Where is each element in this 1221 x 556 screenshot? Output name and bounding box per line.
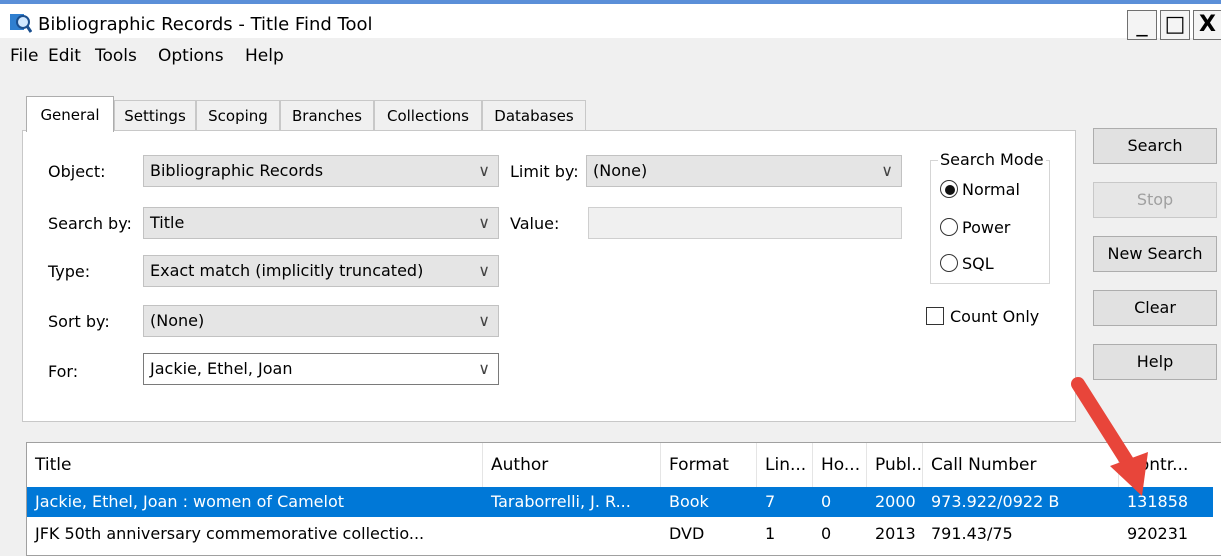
cell-format: DVD: [669, 524, 705, 543]
radio-normal[interactable]: [940, 180, 958, 198]
cell-publication: 2000: [875, 492, 916, 511]
chevron-down-icon: ∨: [478, 261, 490, 280]
column-header-title[interactable]: Title: [27, 443, 483, 487]
limit-by-label: Limit by:: [510, 162, 579, 181]
tab-scoping[interactable]: Scoping: [196, 100, 280, 130]
stop-button[interactable]: Stop: [1093, 182, 1217, 218]
radio-sql-label: SQL: [962, 254, 994, 273]
radio-normal-label: Normal: [962, 180, 1020, 199]
count-only-checkbox[interactable]: [926, 307, 944, 325]
search-by-combo[interactable]: Title ∨: [143, 207, 499, 239]
maximize-button[interactable]: □: [1160, 10, 1190, 40]
cell-call-number: 791.43/75: [931, 524, 1013, 543]
search-button[interactable]: Search: [1093, 128, 1217, 164]
limit-by-combo[interactable]: (None) ∨: [586, 155, 902, 187]
column-header-author[interactable]: Author: [483, 443, 661, 487]
window-title: Bibliographic Records - Title Find Tool: [38, 14, 373, 35]
menu-bar: File Edit Tools Options Help: [0, 46, 1221, 76]
object-combo[interactable]: Bibliographic Records ∨: [143, 155, 499, 187]
cell-publication: 2013: [875, 524, 916, 543]
search-by-label: Search by:: [48, 214, 132, 233]
object-label: Object:: [48, 162, 106, 181]
tab-collections[interactable]: Collections: [374, 100, 482, 130]
cell-author: Taraborrelli, J. R...: [491, 492, 631, 511]
type-value: Exact match (implicitly truncated): [150, 261, 424, 280]
title-bar: Bibliographic Records - Title Find Tool …: [0, 0, 1221, 40]
menu-edit[interactable]: Edit: [48, 46, 81, 66]
clear-button[interactable]: Clear: [1093, 290, 1217, 326]
tab-branches[interactable]: Branches: [280, 100, 374, 130]
cell-holds: 0: [821, 524, 832, 543]
cell-title: JFK 50th anniversary commemorative colle…: [35, 524, 425, 543]
column-header-holds[interactable]: Ho...: [813, 443, 867, 487]
column-header-format[interactable]: Format: [661, 443, 757, 487]
for-label: For:: [48, 362, 79, 381]
close-button[interactable]: X: [1193, 10, 1221, 40]
sort-by-combo[interactable]: (None) ∨: [143, 305, 499, 337]
for-combo[interactable]: Jackie, Ethel, Joan ∨: [143, 353, 499, 385]
chevron-down-icon: ∨: [478, 213, 490, 232]
type-label: Type:: [48, 262, 91, 281]
type-combo[interactable]: Exact match (implicitly truncated) ∨: [143, 255, 499, 287]
value-field[interactable]: [588, 207, 902, 239]
menu-help[interactable]: Help: [245, 46, 284, 66]
radio-power-label: Power: [962, 218, 1011, 237]
limit-by-value: (None): [593, 161, 648, 180]
value-label: Value:: [510, 214, 560, 233]
cell-format: Book: [669, 492, 709, 511]
menu-options[interactable]: Options: [158, 46, 224, 66]
radio-sql[interactable]: [940, 254, 958, 272]
search-by-value: Title: [150, 213, 185, 232]
cell-title: Jackie, Ethel, Joan : women of Camelot: [35, 492, 344, 511]
chevron-down-icon: ∨: [478, 161, 490, 180]
chevron-down-icon: ∨: [478, 359, 490, 378]
column-header-publication[interactable]: Publ...: [867, 443, 923, 487]
sort-by-value: (None): [150, 311, 205, 330]
chevron-down-icon: ∨: [478, 311, 490, 330]
object-value: Bibliographic Records: [150, 161, 324, 180]
results-list: Title Author Format Lin... Ho... Publ...…: [26, 442, 1221, 556]
search-mode-label: Search Mode: [938, 150, 1046, 169]
cell-lines: 7: [765, 492, 776, 511]
minimize-button[interactable]: _: [1127, 10, 1157, 40]
menu-file[interactable]: File: [10, 46, 38, 66]
table-row[interactable]: Jackie, Ethel, Joan : women of Camelot T…: [27, 487, 1213, 517]
annotation-arrow-icon: [1071, 377, 1148, 496]
tab-general[interactable]: General: [26, 96, 114, 132]
column-header-lines[interactable]: Lin...: [757, 443, 813, 487]
chevron-down-icon: ∨: [881, 161, 893, 180]
cell-holds: 0: [821, 492, 832, 511]
cell-lines: 1: [765, 524, 776, 543]
count-only-label: Count Only: [950, 307, 1040, 326]
for-value: Jackie, Ethel, Joan: [150, 359, 293, 378]
sort-by-label: Sort by:: [48, 312, 110, 331]
menu-tools[interactable]: Tools: [95, 46, 137, 66]
table-row[interactable]: JFK 50th anniversary commemorative colle…: [27, 519, 1213, 549]
new-search-button[interactable]: New Search: [1093, 236, 1217, 272]
radio-power[interactable]: [940, 218, 958, 236]
cell-control-number: 920231: [1127, 524, 1189, 543]
tab-databases[interactable]: Databases: [482, 100, 586, 130]
app-icon: [10, 14, 32, 33]
tab-settings[interactable]: Settings: [114, 100, 196, 130]
